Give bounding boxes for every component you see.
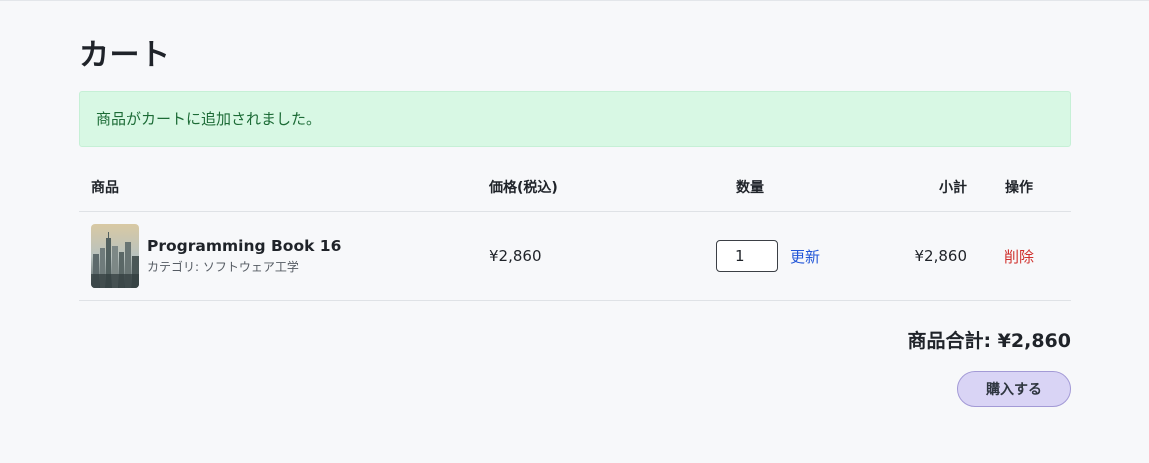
header-action: 操作 [967, 163, 1071, 212]
product-category: カテゴリ: ソフトウェア工学 [147, 260, 299, 274]
header-price: 価格(税込) [489, 163, 664, 212]
cart-total: 商品合計: ¥2,860 [907, 330, 1071, 352]
top-border [0, 0, 1149, 1]
subtotal-cell: ¥2,860 [836, 211, 967, 301]
product-thumbnail[interactable] [91, 224, 139, 288]
item-cell: Programming Book 16 カテゴリ: ソフトウェア工学 [79, 211, 489, 301]
action-cell: 削除 [967, 211, 1071, 301]
city-skyline-image [91, 224, 139, 288]
page-title: カート [79, 38, 171, 73]
success-alert: 商品がカートに追加されました。 [79, 91, 1071, 147]
table-row: Programming Book 16 カテゴリ: ソフトウェア工学 ¥2,86… [79, 211, 1071, 301]
cart-table: 商品 価格(税込) 数量 小計 操作 Programming Book 16 カ… [79, 163, 1071, 301]
price-cell: ¥2,860 [489, 211, 664, 301]
table-header-row: 商品 価格(税込) 数量 小計 操作 [79, 163, 1071, 212]
delete-link[interactable]: 削除 [1004, 248, 1034, 266]
header-item: 商品 [79, 163, 489, 212]
update-link[interactable]: 更新 [790, 246, 820, 267]
quantity-input[interactable] [715, 240, 778, 272]
product-title[interactable]: Programming Book 16 [147, 237, 341, 255]
header-subtotal: 小計 [836, 163, 967, 212]
quantity-cell: 更新 [664, 211, 836, 301]
header-quantity: 数量 [664, 163, 836, 212]
purchase-button[interactable]: 購入する [957, 371, 1071, 407]
